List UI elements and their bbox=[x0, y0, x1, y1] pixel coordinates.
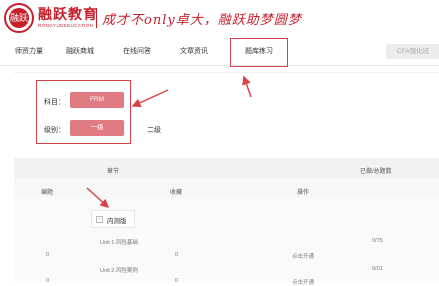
unit-row-favorite: 0 bbox=[175, 278, 179, 284]
site-header: 融跃 融跃教育 RONGYUEEDUCATION 成才不only卓大，融跃助梦圆… bbox=[0, 0, 439, 38]
unit-row-name[interactable]: Unit 2.风险案例 bbox=[100, 266, 138, 274]
activate-link[interactable]: 点击开通 bbox=[292, 252, 314, 260]
group-label: 内测版 bbox=[107, 218, 127, 225]
unit-row-number: 0 bbox=[46, 252, 50, 258]
column-header-progress: 已做/总题数 bbox=[360, 169, 392, 175]
level-label: 级别： bbox=[44, 127, 65, 134]
cfa-course-button[interactable]: CFA强化班 bbox=[386, 44, 439, 59]
subject-label: 科目： bbox=[44, 99, 65, 106]
nav-item-articles[interactable]: 文章资讯 bbox=[168, 38, 220, 65]
logo-badge[interactable]: 融跃 bbox=[4, 3, 34, 33]
nav-item-qa[interactable]: 在线问答 bbox=[116, 38, 158, 65]
table-subheader-row bbox=[14, 178, 439, 198]
unit-row-progress: 0/01 bbox=[372, 266, 383, 272]
column-header-number: 编题 bbox=[41, 190, 54, 196]
column-header-action: 操作 bbox=[297, 190, 310, 196]
level-option-2[interactable]: 二级 bbox=[147, 125, 161, 135]
brand-divider bbox=[96, 8, 97, 28]
collapse-toggle-icon[interactable]: - bbox=[96, 216, 103, 223]
unit-row-name[interactable]: Unit 1.风险基础 bbox=[100, 238, 138, 246]
logo-mark: 融跃 bbox=[9, 8, 29, 28]
brand-name[interactable]: 融跃教育 bbox=[38, 4, 98, 24]
main-nav: 师资力量 融跃商城 在线问答 文章资讯 题库练习 bbox=[0, 38, 439, 66]
unit-row-number: 0 bbox=[46, 278, 50, 284]
unit-row-progress: 0/75 bbox=[372, 238, 383, 244]
column-header-chapter: 章节 bbox=[107, 169, 120, 175]
column-header-favorite: 收藏 bbox=[170, 190, 183, 196]
slogan: 成才不only卓大，融跃助梦圆梦 bbox=[102, 13, 302, 28]
nav-highlight-box bbox=[230, 38, 288, 67]
nav-item-teachers[interactable]: 师资力量 bbox=[8, 38, 50, 65]
subject-option-frm[interactable]: FRM bbox=[70, 92, 124, 108]
brand-subtitle: RONGYUEEDUCATION bbox=[38, 23, 94, 28]
group-row-internal-test[interactable]: - 内测版 bbox=[91, 210, 135, 228]
nav-item-store[interactable]: 融跃商城 bbox=[59, 38, 101, 65]
activate-link[interactable]: 点击开通 bbox=[292, 278, 314, 286]
level-option-1[interactable]: 一级 bbox=[70, 120, 124, 136]
unit-row-favorite: 0 bbox=[175, 252, 179, 258]
